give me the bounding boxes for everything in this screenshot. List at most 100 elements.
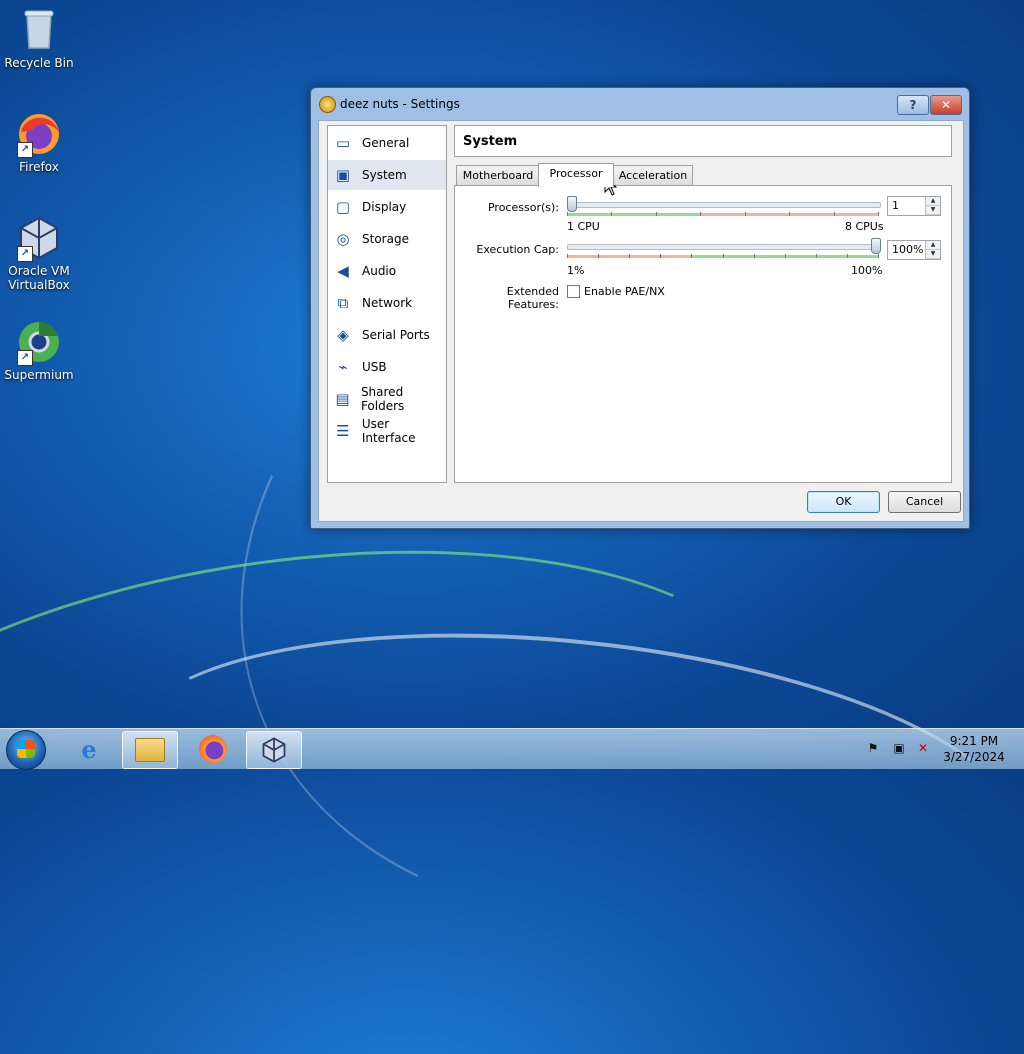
sidebar-item-audio[interactable]: ◀ Audio <box>328 256 446 286</box>
spin-down-icon[interactable]: ▼ <box>926 250 940 259</box>
execution-cap-label: Execution Cap: <box>476 243 559 256</box>
desktop-icon-recycle-bin[interactable]: Recycle Bin <box>1 6 77 70</box>
tab-acceleration[interactable]: Acceleration <box>613 165 693 186</box>
execution-cap-min-label: 1% <box>567 264 585 277</box>
slider-tick <box>847 254 848 258</box>
processors-value: 1 <box>892 199 899 212</box>
settings-gear-icon <box>319 96 336 113</box>
slider-tick <box>700 212 701 216</box>
spin-up-icon[interactable]: ▲ <box>926 197 940 206</box>
processors-min-label: 1 CPU <box>567 220 600 233</box>
virtualbox-icon: ↗ <box>15 214 63 262</box>
dialog-client: ▭ General ▣ System ▢ Display ◎ Storage ◀… <box>318 120 964 522</box>
slider-tick <box>878 212 879 216</box>
start-button[interactable] <box>6 730 46 770</box>
windows-logo-icon <box>17 740 35 758</box>
spin-arrows[interactable]: ▲ ▼ <box>925 197 940 215</box>
help-button[interactable]: ? <box>897 95 929 115</box>
dialog-titlebar[interactable]: deez nuts - Settings ? ✕ <box>311 88 969 120</box>
slider-tick <box>789 212 790 216</box>
settings-dialog: deez nuts - Settings ? ✕ ▭ General ▣ Sys… <box>310 87 970 529</box>
volume-muted-icon[interactable]: ✕ <box>916 741 930 755</box>
slider-tick <box>567 212 568 216</box>
execution-cap-slider[interactable] <box>567 238 881 264</box>
clock-date: 3/27/2024 <box>943 750 1005 764</box>
desktop-icon-supermium[interactable]: ↗ Supermium <box>1 318 77 382</box>
sidebar-item-serial-ports[interactable]: ◈ Serial Ports <box>328 320 446 350</box>
taskbar-clock[interactable]: 9:21 PM 3/27/2024 <box>936 733 1012 765</box>
display-icon: ▢ <box>335 198 351 216</box>
desktop-icon-firefox[interactable]: ↗ Firefox <box>1 110 77 174</box>
desktop-icon-label: Firefox <box>19 160 59 174</box>
desktop-icon-virtualbox[interactable]: ↗ Oracle VM VirtualBox <box>1 214 77 292</box>
slider-tick <box>611 212 612 216</box>
section-title: System <box>463 134 518 149</box>
slider-tick <box>816 254 817 258</box>
sidebar-item-user-interface[interactable]: ☰ User Interface <box>328 416 446 446</box>
spin-up-icon[interactable]: ▲ <box>926 241 940 250</box>
processors-slider[interactable] <box>567 196 881 222</box>
file-explorer-icon <box>135 738 165 762</box>
user-interface-icon: ☰ <box>336 422 350 440</box>
taskbar-file-explorer[interactable] <box>122 731 178 769</box>
slider-green-zone <box>688 255 879 258</box>
slider-tick <box>785 254 786 258</box>
cancel-button[interactable]: Cancel <box>888 491 961 513</box>
sidebar-item-system[interactable]: ▣ System <box>328 160 446 190</box>
slider-tick <box>656 212 657 216</box>
processors-spinbox[interactable]: 1 ▲ ▼ <box>887 196 941 216</box>
system-icon: ▣ <box>335 166 351 184</box>
processors-max-label: 8 CPUs <box>845 220 884 233</box>
shared-folders-icon: ▤ <box>335 390 350 408</box>
slider-tick <box>745 212 746 216</box>
execution-cap-value: 100% <box>892 243 924 256</box>
pae-label[interactable]: Enable PAE/NX <box>584 285 665 298</box>
taskbar: e ⚑ ▣ ✕ 9:21 PM 3/27/2024 <box>0 728 1024 770</box>
supermium-icon: ↗ <box>15 318 63 366</box>
slider-tick <box>567 254 568 258</box>
shortcut-arrow-icon: ↗ <box>17 142 33 158</box>
storage-icon: ◎ <box>336 230 350 248</box>
tab-processor[interactable]: Processor <box>538 163 614 187</box>
slider-tick <box>723 254 724 258</box>
sidebar-item-general[interactable]: ▭ General <box>328 128 446 158</box>
tab-motherboard[interactable]: Motherboard <box>456 165 540 186</box>
firefox-icon: ↗ <box>15 110 63 158</box>
taskbar-virtualbox[interactable] <box>246 731 302 769</box>
slider-tick <box>878 254 879 258</box>
action-center-flag-icon[interactable]: ⚑ <box>866 741 880 755</box>
slider-track <box>567 202 881 208</box>
network-tray-icon[interactable]: ▣ <box>892 741 906 755</box>
slider-tick <box>629 254 630 258</box>
usb-icon: ⌁ <box>338 358 348 376</box>
pae-checkbox[interactable] <box>567 285 580 298</box>
spin-down-icon[interactable]: ▼ <box>926 206 940 215</box>
clock-time: 9:21 PM <box>949 734 999 748</box>
sidebar-item-network[interactable]: ⧉ Network <box>328 288 446 318</box>
recycle-bin-icon <box>15 6 63 54</box>
close-button[interactable]: ✕ <box>930 95 962 115</box>
slider-red-zone <box>701 213 879 216</box>
slider-red-zone <box>567 255 689 258</box>
sidebar-item-usb[interactable]: ⌁ USB <box>328 352 446 382</box>
virtualbox-icon <box>262 737 286 763</box>
audio-icon: ◀ <box>337 262 349 280</box>
desktop-icon-label: Supermium <box>4 368 74 382</box>
taskbar-firefox[interactable] <box>186 731 240 767</box>
execution-cap-slider-thumb[interactable] <box>871 238 881 254</box>
spin-arrows[interactable]: ▲ ▼ <box>925 241 940 259</box>
execution-cap-max-label: 100% <box>851 264 883 277</box>
settings-sidebar: ▭ General ▣ System ▢ Display ◎ Storage ◀… <box>327 125 447 483</box>
slider-green-zone <box>567 213 702 216</box>
sidebar-item-shared-folders[interactable]: ▤ Shared Folders <box>328 384 446 414</box>
sidebar-item-storage[interactable]: ◎ Storage <box>328 224 446 254</box>
processor-panel: Processor(s): 1 CPU 8 CPUs 1 ▲ ▼ Executio… <box>454 185 952 483</box>
processors-slider-thumb[interactable] <box>567 196 577 212</box>
processors-label: Processor(s): <box>487 201 559 214</box>
ok-button[interactable]: OK <box>807 491 880 513</box>
execution-cap-spinbox[interactable]: 100% ▲ ▼ <box>887 240 941 260</box>
section-header: System <box>454 125 952 157</box>
sidebar-item-display[interactable]: ▢ Display <box>328 192 446 222</box>
slider-tick <box>660 254 661 258</box>
taskbar-internet-explorer[interactable]: e <box>62 731 116 767</box>
